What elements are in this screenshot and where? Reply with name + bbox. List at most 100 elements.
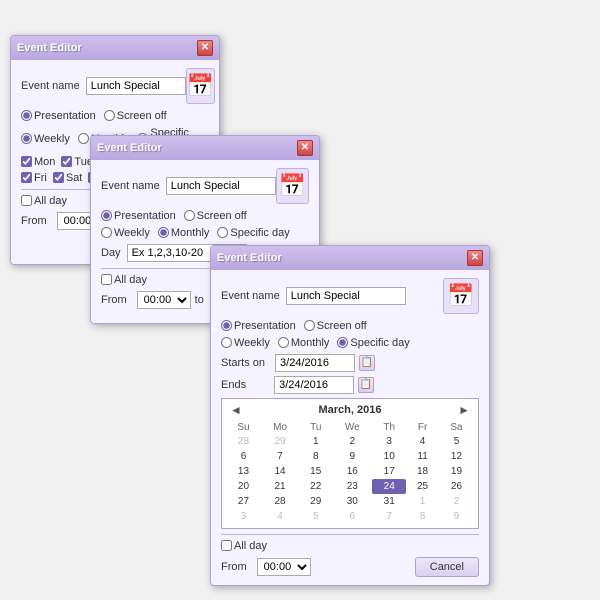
specific-radio-3[interactable]: Specific day bbox=[337, 337, 409, 349]
monthly-radio-2[interactable]: Monthly bbox=[158, 227, 210, 239]
cal-day-cell[interactable]: 29 bbox=[299, 494, 332, 509]
tue-checkbox[interactable]: Tue bbox=[61, 156, 93, 168]
weekly-radio-2[interactable]: Weekly bbox=[101, 227, 150, 239]
event-name-label-1: Event name bbox=[21, 80, 80, 92]
screenoff-radio-2[interactable]: Screen off bbox=[184, 210, 247, 222]
cal-day-cell[interactable]: 16 bbox=[332, 464, 372, 479]
cal-day-cell[interactable]: 26 bbox=[439, 479, 474, 494]
divider-3 bbox=[221, 534, 479, 535]
starts-date-input[interactable] bbox=[275, 354, 355, 372]
cal-day-cell[interactable]: 5 bbox=[439, 434, 474, 449]
event-name-input-1[interactable] bbox=[86, 77, 186, 95]
from-label-1: From bbox=[21, 215, 47, 227]
presentation-radio-3[interactable]: Presentation bbox=[221, 320, 296, 332]
dialog1-title: Event Editor bbox=[17, 42, 82, 54]
cal-header: ◄ March, 2016 ► bbox=[226, 403, 474, 417]
allday-checkbox-2[interactable]: All day bbox=[101, 274, 147, 286]
cal-day-cell[interactable]: 9 bbox=[439, 509, 474, 524]
ends-date-input[interactable] bbox=[274, 376, 354, 394]
cal-day-cell[interactable]: 28 bbox=[226, 434, 261, 449]
cal-day-cell[interactable]: 8 bbox=[299, 449, 332, 464]
cal-th-su: Su bbox=[226, 421, 261, 434]
specific-radio-2[interactable]: Specific day bbox=[217, 227, 289, 239]
fri-checkbox[interactable]: Fri bbox=[21, 172, 47, 184]
from-time-select-2[interactable]: 00:00 bbox=[137, 291, 191, 309]
cal-day-cell[interactable]: 9 bbox=[332, 449, 372, 464]
cal-week-row: 282912345 bbox=[226, 434, 474, 449]
allday-checkbox-1[interactable]: All day bbox=[21, 195, 67, 207]
cal-day-cell[interactable]: 10 bbox=[372, 449, 406, 464]
weekly-radio-3[interactable]: Weekly bbox=[221, 337, 270, 349]
cal-day-cell[interactable]: 31 bbox=[372, 494, 406, 509]
cal-day-cell[interactable]: 27 bbox=[226, 494, 261, 509]
calendar-popup: ◄ March, 2016 ► Su Mo Tu We Th Fr Sa bbox=[221, 398, 479, 529]
cal-day-cell[interactable]: 4 bbox=[406, 434, 439, 449]
monthly-radio-3[interactable]: Monthly bbox=[278, 337, 330, 349]
cal-day-cell[interactable]: 24 bbox=[372, 479, 406, 494]
cal-day-cell[interactable]: 6 bbox=[226, 449, 261, 464]
cal-day-cell[interactable]: 19 bbox=[439, 464, 474, 479]
calendar-grid: Su Mo Tu We Th Fr Sa 2829123456789101112… bbox=[226, 421, 474, 524]
cal-prev-btn[interactable]: ◄ bbox=[226, 403, 246, 417]
calendar-icon-1: 📅 bbox=[186, 68, 215, 104]
cal-day-cell[interactable]: 25 bbox=[406, 479, 439, 494]
cal-th-mo: Mo bbox=[261, 421, 299, 434]
cal-day-cell[interactable]: 7 bbox=[372, 509, 406, 524]
cal-day-cell[interactable]: 1 bbox=[406, 494, 439, 509]
cal-day-cell[interactable]: 23 bbox=[332, 479, 372, 494]
cancel-button-3[interactable]: Cancel bbox=[415, 557, 479, 577]
cal-day-cell[interactable]: 21 bbox=[261, 479, 299, 494]
sat-checkbox[interactable]: Sat bbox=[53, 172, 83, 184]
cal-day-cell[interactable]: 14 bbox=[261, 464, 299, 479]
cal-day-cell[interactable]: 4 bbox=[261, 509, 299, 524]
cal-day-cell[interactable]: 30 bbox=[332, 494, 372, 509]
cal-day-cell[interactable]: 3 bbox=[372, 434, 406, 449]
freq-radio-2: Weekly Monthly Specific day bbox=[101, 227, 309, 239]
cal-day-cell[interactable]: 18 bbox=[406, 464, 439, 479]
cal-day-cell[interactable]: 12 bbox=[439, 449, 474, 464]
from-time-select-3[interactable]: 00:00 bbox=[257, 558, 311, 576]
cal-day-cell[interactable]: 7 bbox=[261, 449, 299, 464]
allday-row-3: All day bbox=[221, 540, 479, 552]
cal-day-cell[interactable]: 28 bbox=[261, 494, 299, 509]
mon-checkbox[interactable]: Mon bbox=[21, 156, 55, 168]
weekly-radio-1[interactable]: Weekly bbox=[21, 133, 70, 145]
event-name-input-3[interactable] bbox=[286, 287, 406, 305]
cal-day-cell[interactable]: 15 bbox=[299, 464, 332, 479]
ends-cal-trigger[interactable]: 📋 bbox=[358, 377, 374, 393]
cal-day-cell[interactable]: 5 bbox=[299, 509, 332, 524]
cal-th-tu: Tu bbox=[299, 421, 332, 434]
starts-on-label: Starts on bbox=[221, 357, 265, 369]
presentation-radio-1[interactable]: Presentation bbox=[21, 110, 96, 122]
starts-cal-trigger[interactable]: 📋 bbox=[359, 355, 375, 371]
cal-day-cell[interactable]: 3 bbox=[226, 509, 261, 524]
close-btn-1[interactable]: ✕ bbox=[197, 40, 213, 56]
cal-day-cell[interactable]: 20 bbox=[226, 479, 261, 494]
dialog2-title: Event Editor bbox=[97, 142, 162, 154]
cal-day-cell[interactable]: 6 bbox=[332, 509, 372, 524]
presentation-radio-2[interactable]: Presentation bbox=[101, 210, 176, 222]
cal-day-cell[interactable]: 17 bbox=[372, 464, 406, 479]
ends-row: Ends 📋 bbox=[221, 376, 479, 394]
event-name-label-3: Event name bbox=[221, 290, 280, 302]
cal-day-cell[interactable]: 2 bbox=[332, 434, 372, 449]
screenoff-radio-3[interactable]: Screen off bbox=[304, 320, 367, 332]
close-btn-2[interactable]: ✕ bbox=[297, 140, 313, 156]
cal-day-cell[interactable]: 11 bbox=[406, 449, 439, 464]
event-name-row-3: Event name 📅 bbox=[221, 278, 479, 314]
cal-day-cell[interactable]: 22 bbox=[299, 479, 332, 494]
calendar-icon-3: 📅 bbox=[443, 278, 479, 314]
cal-day-cell[interactable]: 1 bbox=[299, 434, 332, 449]
cal-day-cell[interactable]: 13 bbox=[226, 464, 261, 479]
cal-day-cell[interactable]: 29 bbox=[261, 434, 299, 449]
screenoff-radio-1[interactable]: Screen off bbox=[104, 110, 167, 122]
cal-day-cell[interactable]: 2 bbox=[439, 494, 474, 509]
cal-next-btn[interactable]: ► bbox=[454, 403, 474, 417]
ends-label: Ends bbox=[221, 379, 246, 391]
allday-checkbox-3[interactable]: All day bbox=[221, 540, 267, 552]
close-btn-3[interactable]: ✕ bbox=[467, 250, 483, 266]
bottom-row-3: From 00:00 Cancel bbox=[221, 557, 479, 577]
freq-radio-3: Weekly Monthly Specific day bbox=[221, 337, 479, 349]
cal-day-cell[interactable]: 8 bbox=[406, 509, 439, 524]
event-name-input-2[interactable] bbox=[166, 177, 276, 195]
